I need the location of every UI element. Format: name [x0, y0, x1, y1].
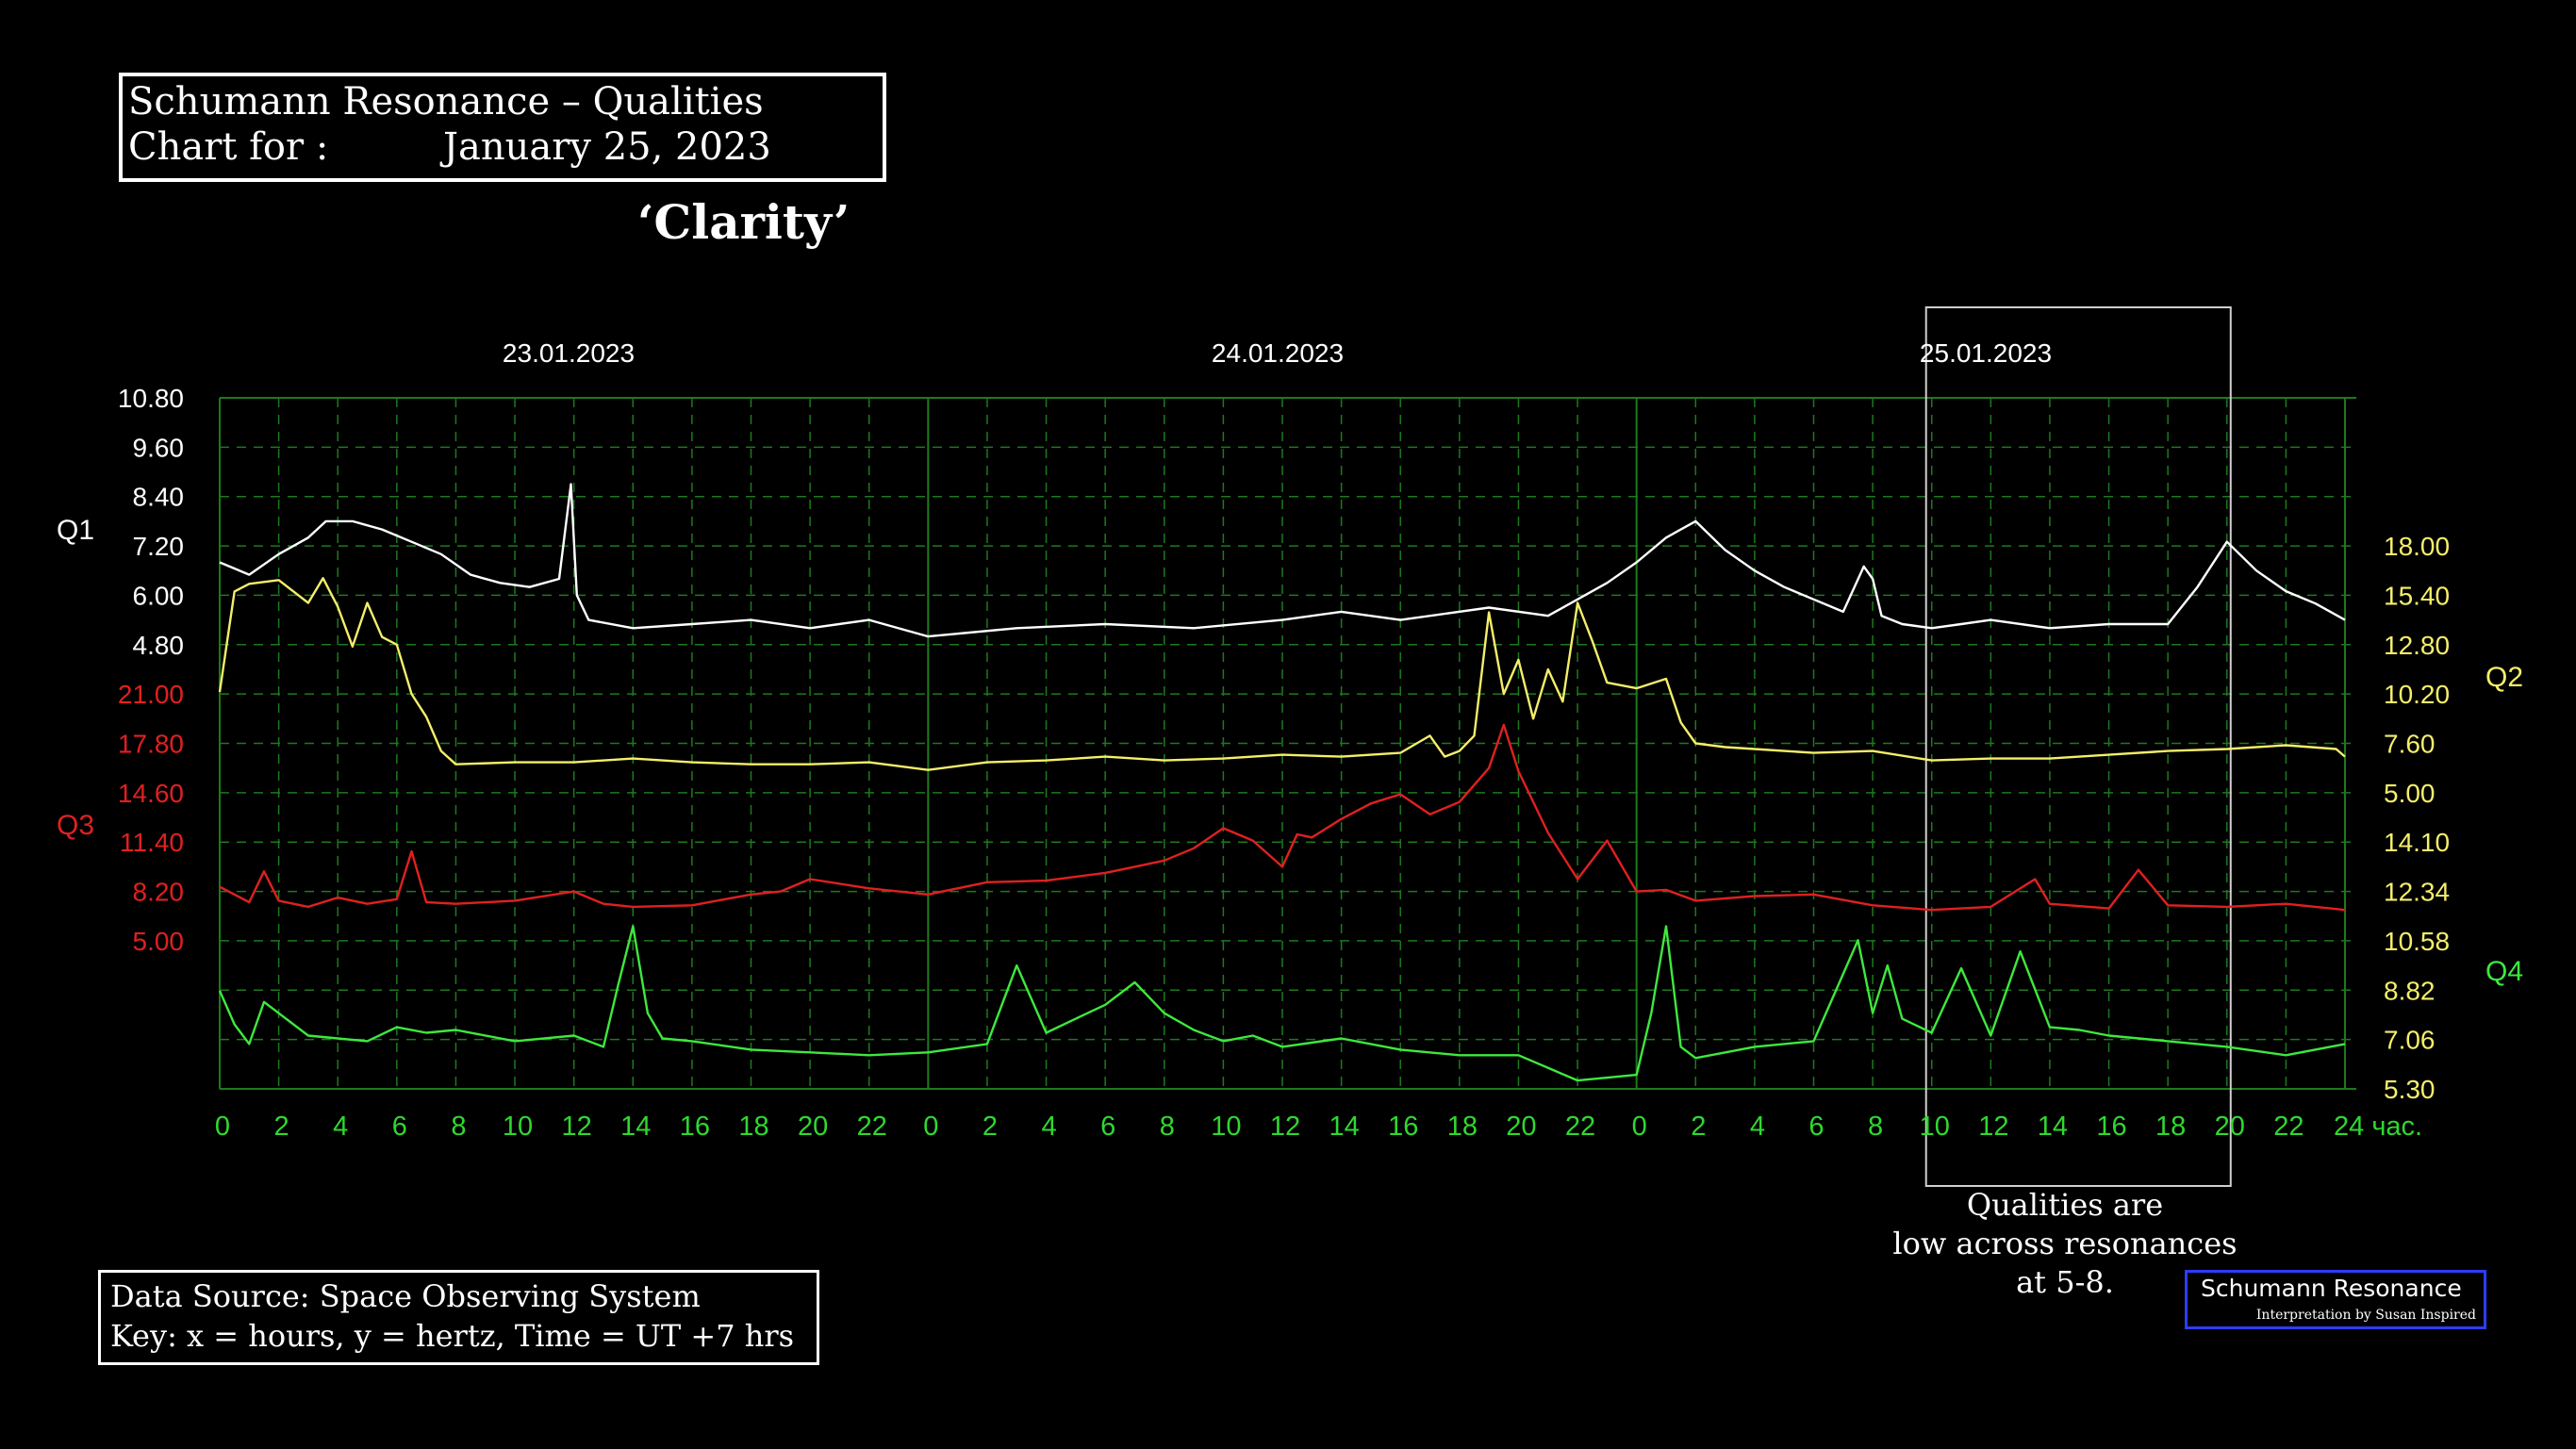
x-tick-label: 22: [2273, 1111, 2304, 1142]
x-tick-label: 20: [1506, 1111, 1536, 1142]
day-label: 23.01.2023: [503, 338, 635, 368]
credit-sub: Interpretation by Susan Inspired: [2255, 1308, 2476, 1323]
x-tick-label: 16: [1388, 1111, 1418, 1142]
x-tick-label: 2: [274, 1111, 289, 1142]
x-tick-label: 6: [1808, 1111, 1824, 1142]
y-tick-q2: 18.00: [2384, 532, 2450, 561]
x-tick-label: 14: [2038, 1111, 2068, 1142]
axis-title-q1: Q1: [57, 515, 94, 546]
y-tick-q3: 11.40: [120, 828, 184, 857]
x-tick-label: 4: [1750, 1111, 1765, 1142]
x-tick-label: 16: [2096, 1111, 2126, 1142]
highlight-window: [1924, 306, 2232, 1187]
x-tick-label: 22: [1565, 1111, 1595, 1142]
x-tick-label: 6: [1100, 1111, 1115, 1142]
x-tick-label: 0: [1632, 1111, 1647, 1142]
y-tick-q3: 17.80: [118, 730, 184, 759]
y-tick-q4: 7.06: [2384, 1026, 2436, 1055]
day-label: 24.01.2023: [1212, 338, 1344, 368]
y-tick-q1: 8.40: [133, 483, 185, 512]
y-tick-q1: 6.00: [133, 581, 185, 610]
axis-title-q3: Q3: [57, 810, 94, 841]
x-tick-label: 20: [798, 1111, 828, 1142]
x-tick-label: 20: [2215, 1111, 2245, 1142]
axis-title-q2: Q2: [2485, 662, 2523, 693]
data-source-box: Data Source: Space Observing System Key:…: [98, 1270, 819, 1365]
y-tick-q1: 7.20: [133, 532, 185, 561]
y-tick-q4: 14.10: [2384, 828, 2450, 857]
x-tick-label: 0: [215, 1111, 230, 1142]
y-tick-q3: 5.00: [133, 927, 185, 956]
x-tick-label: 22: [857, 1111, 887, 1142]
axis-labels: 23.01.2023 24.01.2023 25.01.2023 0 2 4 6 8 10 12 1…: [57, 338, 2523, 1142]
y-tick-q4: 8.82: [2384, 976, 2436, 1005]
x-tick-label: 12: [562, 1111, 592, 1142]
x-tick-label: 18: [1447, 1111, 1478, 1142]
x-tick-label: 10: [503, 1111, 533, 1142]
y-tick-q2: 7.60: [2384, 730, 2436, 759]
x-tick-label: 8: [451, 1111, 466, 1142]
x-tick-label: 12: [1270, 1111, 1300, 1142]
y-tick-q1: 9.60: [133, 433, 185, 462]
credit-box: Schumann Resonance Interpretation by Sus…: [2185, 1270, 2486, 1329]
y-tick-q3: 14.60: [118, 779, 184, 808]
y-tick-q3: 8.20: [133, 878, 185, 907]
x-tick-label: 8: [1868, 1111, 1883, 1142]
y-tick-q2: 10.20: [2384, 680, 2450, 709]
y-tick-q4: 5.30: [2384, 1075, 2436, 1104]
x-tick-label: 18: [738, 1111, 768, 1142]
y-tick-q1: 4.80: [133, 631, 185, 660]
x-tick-label: 2: [1691, 1111, 1706, 1142]
x-tick-label: 16: [680, 1111, 710, 1142]
x-tick-label: 14: [1329, 1111, 1359, 1142]
x-tick-label: 6: [392, 1111, 407, 1142]
x-tick-label: 4: [333, 1111, 348, 1142]
key-line: Key: x = hours, y = hertz, Time = UT +7 …: [110, 1318, 795, 1354]
y-tick-q1: 10.80: [118, 384, 184, 413]
x-tick-label: 8: [1160, 1111, 1175, 1142]
y-tick-q3: 21.00: [118, 680, 184, 709]
annotation-line-1: Qualities are: [1966, 1187, 2164, 1223]
x-tick-label: 4: [1041, 1111, 1056, 1142]
x-tick-label: 24 час.: [2334, 1111, 2422, 1142]
x-tick-label: 10: [1920, 1111, 1950, 1142]
x-tick-label: 0: [923, 1111, 938, 1142]
chart-grid: [219, 397, 2356, 1090]
day-label: 25.01.2023: [1920, 338, 2052, 368]
data-source-line: Data Source: Space Observing System: [110, 1278, 701, 1314]
x-tick-label: 10: [1211, 1111, 1241, 1142]
y-tick-q4: 12.34: [2384, 878, 2450, 907]
y-tick-q2: 15.40: [2384, 581, 2450, 610]
x-tick-label: 18: [2155, 1111, 2186, 1142]
x-tick-label: 14: [620, 1111, 651, 1142]
credit-main: Schumann Resonance: [2201, 1275, 2462, 1302]
x-tick-label: 2: [983, 1111, 998, 1142]
highlight-rect: [1924, 306, 2232, 1187]
x-tick-label: 12: [1978, 1111, 2008, 1142]
annotation-line-2: low across resonances: [1892, 1226, 2237, 1261]
y-tick-q2: 12.80: [2384, 631, 2450, 660]
y-tick-q4: 10.58: [2384, 927, 2450, 956]
y-tick-q2: 5.00: [2384, 779, 2436, 808]
axis-title-q4: Q4: [2485, 956, 2523, 987]
